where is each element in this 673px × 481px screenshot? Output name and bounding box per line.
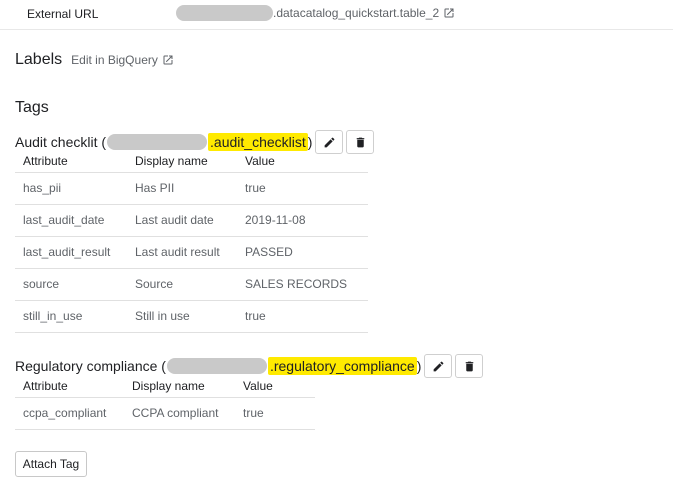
external-url-link[interactable]: .datacatalog_quickstart.table_2 bbox=[176, 4, 455, 22]
tag-attributes-table: Attribute Display name Value has_pii Has… bbox=[15, 150, 368, 333]
table-header-row: Attribute Display name Value bbox=[15, 150, 368, 173]
tag-attributes-table: Attribute Display name Value ccpa_compli… bbox=[15, 375, 315, 430]
display-name-cell: CCPA compliant bbox=[124, 397, 235, 430]
tag-name: Audit checklit bbox=[15, 134, 98, 150]
open-in-new-icon[interactable] bbox=[443, 7, 455, 19]
table-row: source Source SALES RECORDS bbox=[15, 268, 368, 301]
column-header-value: Value bbox=[235, 375, 315, 398]
display-name-cell: Still in use bbox=[127, 300, 237, 333]
open-paren: ( bbox=[101, 134, 107, 150]
close-paren: ) bbox=[307, 134, 313, 150]
attribute-cell: ccpa_compliant bbox=[15, 397, 124, 430]
tags-title: Tags bbox=[15, 99, 49, 116]
labels-title: Labels bbox=[15, 51, 63, 68]
attribute-cell: still_in_use bbox=[15, 300, 127, 333]
table-row: still_in_use Still in use true bbox=[15, 300, 368, 333]
edit-tag-button[interactable] bbox=[424, 354, 453, 378]
labels-section-header: Labels Edit in BigQuery bbox=[15, 51, 174, 69]
attribute-cell: has_pii bbox=[15, 172, 127, 205]
attribute-cell: last_audit_date bbox=[15, 204, 127, 237]
display-name-cell: Last audit result bbox=[127, 236, 237, 269]
edit-in-bigquery-link[interactable]: Edit in BigQuery bbox=[71, 53, 174, 67]
tag-details-page: External URL .datacatalog_quickstart.tab… bbox=[0, 0, 673, 481]
column-header-display-name: Display name bbox=[127, 150, 237, 173]
value-cell: true bbox=[237, 300, 368, 333]
attach-tag-button[interactable]: Attach Tag bbox=[15, 451, 87, 477]
open-in-new-icon bbox=[163, 55, 173, 65]
table-row: last_audit_result Last audit result PASS… bbox=[15, 236, 368, 269]
value-cell: 2019-11-08 bbox=[237, 204, 368, 237]
column-header-attribute: Attribute bbox=[15, 150, 127, 173]
attribute-cell: source bbox=[15, 268, 127, 301]
value-cell: true bbox=[235, 397, 315, 430]
tag-template-id: .audit_checklist bbox=[208, 133, 308, 151]
delete-tag-button[interactable] bbox=[455, 354, 484, 378]
value-cell: SALES RECORDS bbox=[237, 268, 368, 301]
table-row: ccpa_compliant CCPA compliant true bbox=[15, 397, 315, 430]
external-url-value: .datacatalog_quickstart.table_2 bbox=[273, 6, 440, 20]
column-header-attribute: Attribute bbox=[15, 375, 124, 398]
tag-name: Regulatory compliance bbox=[15, 358, 158, 374]
display-name-cell: Has PII bbox=[127, 172, 237, 205]
edit-in-bigquery-label: Edit in BigQuery bbox=[71, 53, 158, 67]
redacted-project-id bbox=[176, 5, 273, 21]
tag-template-id: .regulatory_compliance bbox=[267, 357, 417, 375]
column-header-value: Value bbox=[237, 150, 368, 173]
table-header-row: Attribute Display name Value bbox=[15, 375, 315, 398]
trash-icon bbox=[465, 361, 474, 371]
redacted-project-id bbox=[107, 134, 208, 150]
display-name-cell: Source bbox=[127, 268, 237, 301]
value-cell: PASSED bbox=[237, 236, 368, 269]
value-cell: true bbox=[237, 172, 368, 205]
pencil-icon bbox=[433, 361, 444, 371]
external-url-label: External URL bbox=[27, 7, 99, 21]
open-paren: ( bbox=[161, 358, 166, 374]
trash-icon bbox=[356, 137, 365, 147]
close-paren: ) bbox=[416, 358, 422, 374]
redacted-project-id bbox=[166, 358, 267, 374]
column-header-display-name: Display name bbox=[124, 375, 235, 398]
table-row: has_pii Has PII true bbox=[15, 172, 368, 205]
display-name-cell: Last audit date bbox=[127, 204, 237, 237]
table-row: last_audit_date Last audit date 2019-11-… bbox=[15, 204, 368, 237]
external-url-row: External URL .datacatalog_quickstart.tab… bbox=[0, 0, 673, 30]
attribute-cell: last_audit_result bbox=[15, 236, 127, 269]
pencil-icon bbox=[324, 137, 335, 147]
